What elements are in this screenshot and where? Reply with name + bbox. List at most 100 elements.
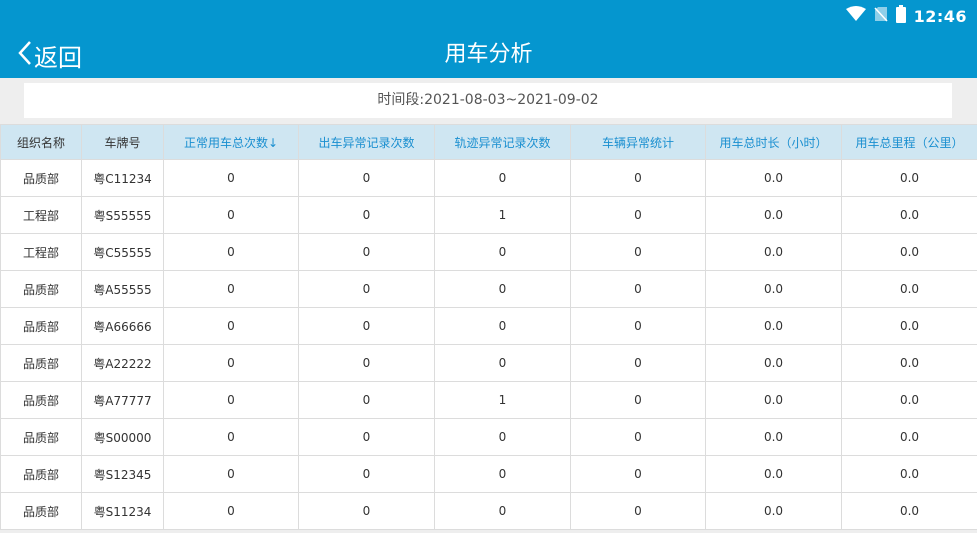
status-time: 12:46 — [913, 6, 967, 26]
cell-dispatch-anomaly: 0 — [298, 418, 435, 456]
col-header-dispatch-anomaly[interactable]: 出车异常记录次数 — [298, 124, 435, 160]
cell-vehicle-anomaly: 0 — [570, 381, 706, 419]
cell-org: 品质部 — [0, 418, 82, 456]
cell-org: 品质部 — [0, 307, 82, 345]
cell-org: 品质部 — [0, 270, 82, 308]
cell-total-hours: 0.0 — [705, 196, 842, 234]
col-header-total-hours[interactable]: 用车总时长（小时） — [705, 124, 842, 160]
cell-org: 品质部 — [0, 344, 82, 382]
table-header-row: 组织名称 车牌号 正常用车总次数↓ 出车异常记录次数 轨迹异常记录次数 车辆异常… — [0, 124, 977, 160]
cell-dispatch-anomaly: 0 — [298, 492, 435, 530]
cell-vehicle-anomaly: 0 — [570, 418, 706, 456]
cell-total-km: 0.0 — [841, 307, 977, 345]
table-row[interactable]: 工程部 粤C55555 0 0 0 0 0.0 0.0 — [0, 233, 977, 271]
cell-total-km: 0.0 — [841, 233, 977, 271]
app-bar: 12:46 返回 用车分析 — [0, 0, 977, 78]
cell-normal-use-count: 0 — [163, 344, 299, 382]
cell-org: 工程部 — [0, 196, 82, 234]
col-header-total-km[interactable]: 用车总里程（公里） — [841, 124, 977, 160]
cell-vehicle-anomaly: 0 — [570, 159, 706, 197]
cell-total-hours: 0.0 — [705, 492, 842, 530]
col-header-plate: 车牌号 — [81, 124, 164, 160]
cell-vehicle-anomaly: 0 — [570, 492, 706, 530]
table-row[interactable]: 品质部 粤A22222 0 0 0 0 0.0 0.0 — [0, 344, 977, 382]
cell-total-hours: 0.0 — [705, 307, 842, 345]
cell-track-anomaly: 0 — [434, 455, 571, 493]
cell-track-anomaly: 1 — [434, 196, 571, 234]
table-row[interactable]: 品质部 粤S00000 0 0 0 0 0.0 0.0 — [0, 418, 977, 456]
cell-track-anomaly: 0 — [434, 159, 571, 197]
col-header-normal-use-count[interactable]: 正常用车总次数↓ — [163, 124, 299, 160]
cell-org: 品质部 — [0, 492, 82, 530]
cell-total-km: 0.0 — [841, 196, 977, 234]
cell-vehicle-anomaly: 0 — [570, 344, 706, 382]
cell-vehicle-anomaly: 0 — [570, 270, 706, 308]
cell-normal-use-count: 0 — [163, 270, 299, 308]
cell-track-anomaly: 0 — [434, 270, 571, 308]
cell-total-hours: 0.0 — [705, 159, 842, 197]
date-range-bar[interactable]: 时间段:2021-08-03~2021-09-02 — [24, 83, 952, 118]
table-row[interactable]: 品质部 粤S12345 0 0 0 0 0.0 0.0 — [0, 455, 977, 493]
cell-plate: 粤C55555 — [81, 233, 164, 271]
cell-track-anomaly: 0 — [434, 418, 571, 456]
cell-total-hours: 0.0 — [705, 233, 842, 271]
wifi-icon — [845, 6, 866, 26]
table-row[interactable]: 品质部 粤A55555 0 0 0 0 0.0 0.0 — [0, 270, 977, 308]
cell-dispatch-anomaly: 0 — [298, 455, 435, 493]
cell-normal-use-count: 0 — [163, 418, 299, 456]
cell-plate: 粤C11234 — [81, 159, 164, 197]
cell-normal-use-count: 0 — [163, 307, 299, 345]
cell-normal-use-count: 0 — [163, 492, 299, 530]
cell-plate: 粤S55555 — [81, 196, 164, 234]
cell-dispatch-anomaly: 0 — [298, 344, 435, 382]
cell-dispatch-anomaly: 0 — [298, 381, 435, 419]
battery-icon — [895, 5, 906, 27]
cell-dispatch-anomaly: 0 — [298, 159, 435, 197]
cell-total-km: 0.0 — [841, 492, 977, 530]
col-header-org: 组织名称 — [0, 124, 82, 160]
table-row[interactable]: 工程部 粤S55555 0 0 1 0 0.0 0.0 — [0, 196, 977, 234]
cell-dispatch-anomaly: 0 — [298, 307, 435, 345]
cell-plate: 粤A22222 — [81, 344, 164, 382]
cell-total-km: 0.0 — [841, 455, 977, 493]
cell-dispatch-anomaly: 0 — [298, 233, 435, 271]
vehicle-usage-table: 组织名称 车牌号 正常用车总次数↓ 出车异常记录次数 轨迹异常记录次数 车辆异常… — [0, 124, 977, 530]
cell-total-km: 0.0 — [841, 159, 977, 197]
cell-plate: 粤S00000 — [81, 418, 164, 456]
cell-org: 品质部 — [0, 455, 82, 493]
cell-dispatch-anomaly: 0 — [298, 196, 435, 234]
cell-org: 品质部 — [0, 381, 82, 419]
cell-plate: 粤S11234 — [81, 492, 164, 530]
cell-total-hours: 0.0 — [705, 270, 842, 308]
table-row[interactable]: 品质部 粤C11234 0 0 0 0 0.0 0.0 — [0, 159, 977, 197]
cell-track-anomaly: 0 — [434, 344, 571, 382]
table-row[interactable]: 品质部 粤A66666 0 0 0 0 0.0 0.0 — [0, 307, 977, 345]
table-row[interactable]: 品质部 粤S11234 0 0 0 0 0.0 0.0 — [0, 492, 977, 530]
cell-total-km: 0.0 — [841, 344, 977, 382]
cell-org: 品质部 — [0, 159, 82, 197]
cell-normal-use-count: 0 — [163, 196, 299, 234]
cell-track-anomaly: 0 — [434, 233, 571, 271]
cell-total-km: 0.0 — [841, 270, 977, 308]
cell-total-hours: 0.0 — [705, 344, 842, 382]
table-row[interactable]: 品质部 粤A77777 0 0 1 0 0.0 0.0 — [0, 381, 977, 419]
col-header-vehicle-anomaly[interactable]: 车辆异常统计 — [570, 124, 706, 160]
cell-vehicle-anomaly: 0 — [570, 455, 706, 493]
cell-normal-use-count: 0 — [163, 381, 299, 419]
cell-total-km: 0.0 — [841, 381, 977, 419]
cell-dispatch-anomaly: 0 — [298, 270, 435, 308]
cell-vehicle-anomaly: 0 — [570, 233, 706, 271]
cell-plate: 粤A55555 — [81, 270, 164, 308]
cell-total-km: 0.0 — [841, 418, 977, 456]
cell-vehicle-anomaly: 0 — [570, 307, 706, 345]
cell-plate: 粤S12345 — [81, 455, 164, 493]
status-bar: 12:46 — [845, 5, 967, 27]
cell-plate: 粤A66666 — [81, 307, 164, 345]
cell-normal-use-count: 0 — [163, 159, 299, 197]
page-title: 用车分析 — [444, 42, 533, 67]
cell-org: 工程部 — [0, 233, 82, 271]
col-header-track-anomaly[interactable]: 轨迹异常记录次数 — [434, 124, 571, 160]
cell-vehicle-anomaly: 0 — [570, 196, 706, 234]
cell-total-hours: 0.0 — [705, 455, 842, 493]
no-sim-icon — [874, 6, 888, 26]
